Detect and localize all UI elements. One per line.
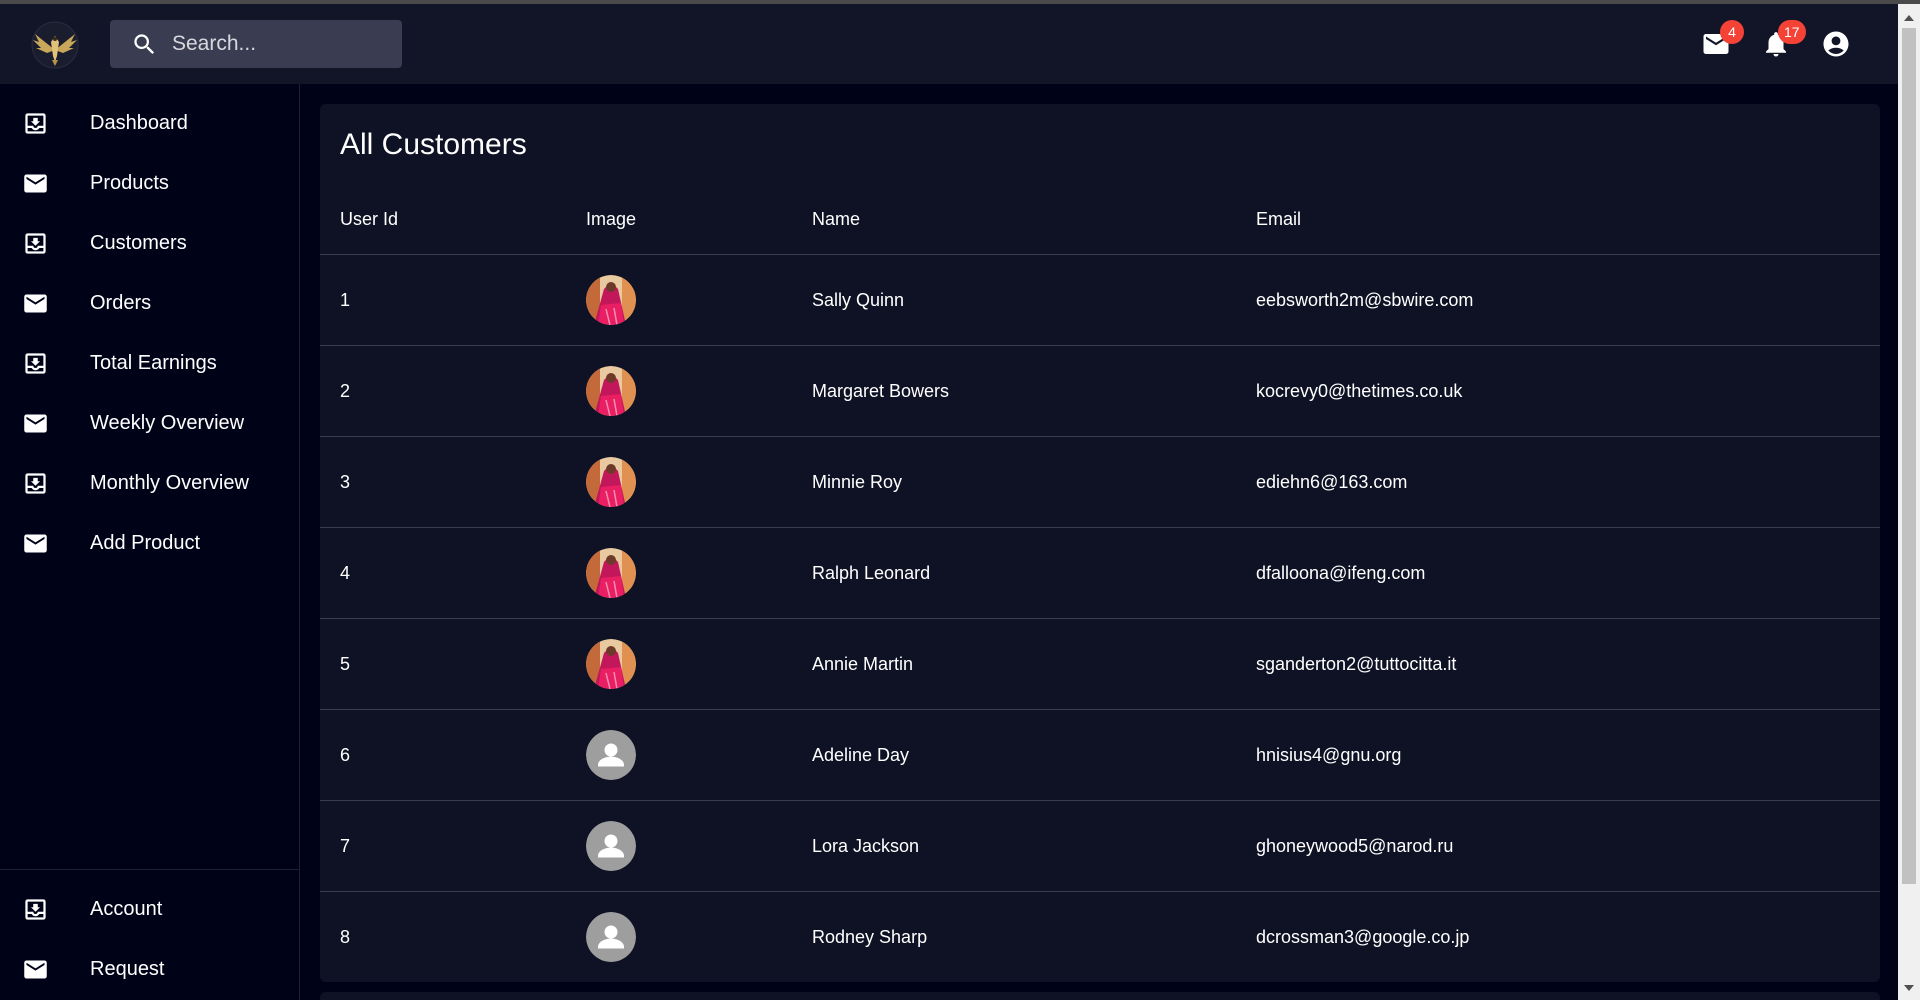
cell-email: ediehn6@163.com (1256, 471, 1408, 492)
cell-email: dcrossman3@google.co.jp (1256, 926, 1470, 947)
sidebar-item-orders[interactable]: Orders (0, 273, 299, 333)
cell-email: sganderton2@tuttocitta.it (1256, 653, 1457, 674)
app-bar: 4 17 (0, 4, 1898, 84)
customer-avatar (586, 346, 636, 436)
cell-name: Minnie Roy (812, 471, 903, 492)
sidebar-item-label: Account (90, 897, 163, 920)
mail-icon (22, 410, 49, 437)
sidebar-item-label: Monthly Overview (90, 471, 249, 494)
sidebar-divider (0, 869, 299, 870)
table-row[interactable]: 2 Margaret Bowers kocrevy0@thetimes.co.uk (320, 346, 1880, 437)
download-box-icon (22, 110, 49, 137)
sidebar-item-label: Orders (90, 291, 152, 314)
sidebar-item-request[interactable]: Request (0, 939, 299, 999)
table-row[interactable]: 3 Minnie Roy ediehn6@163.com (320, 437, 1880, 528)
sidebar-item-label: Products (90, 171, 169, 194)
customer-avatar (586, 255, 636, 345)
search-box[interactable] (110, 20, 402, 68)
sidebar-item-label: Request (90, 957, 165, 980)
column-header-email[interactable]: Email (1256, 209, 1301, 230)
download-box-icon (22, 350, 49, 377)
cell-user-id: 3 (340, 471, 351, 492)
mail-button[interactable]: 4 (1694, 20, 1744, 66)
sidebar-item-customers[interactable]: Customers (0, 213, 299, 273)
table-row[interactable]: 4 Ralph Leonard dfalloona@ifeng.com (320, 528, 1880, 619)
cell-email: kocrevy0@thetimes.co.uk (1256, 380, 1463, 401)
column-header-name[interactable]: Name (812, 209, 860, 230)
cell-name: Annie Martin (812, 653, 914, 674)
sidebar-item-label: Weekly Overview (90, 411, 245, 434)
cell-name: Ralph Leonard (812, 562, 931, 583)
notifications-button[interactable]: 17 (1754, 20, 1806, 66)
mail-icon (22, 290, 49, 317)
customer-avatar (586, 619, 636, 709)
download-box-icon (22, 470, 49, 497)
customer-avatar (586, 437, 636, 527)
sidebar: Dashboard Products Customers Orders Total Ea… (0, 84, 300, 1000)
table-row[interactable]: 5 Annie Martin sganderton2@tuttocitta.it (320, 619, 1880, 710)
cell-name: Margaret Bowers (812, 380, 950, 401)
account-button[interactable] (1814, 22, 1858, 66)
page-title: All Customers (340, 128, 527, 161)
sidebar-item-label: Add Product (90, 531, 201, 554)
eagle-logo-icon[interactable] (29, 20, 81, 70)
download-box-icon (22, 896, 49, 923)
sidebar-item-add-product[interactable]: Add Product (0, 513, 299, 573)
scroll-up-arrow-icon[interactable] (1898, 8, 1920, 28)
sidebar-item-label: Total Earnings (90, 351, 217, 374)
table-row[interactable]: 1 Sally Quinn eebsworth2m@sbwire.com (320, 255, 1880, 346)
mail-icon (22, 956, 49, 983)
sidebar-item-weekly-overview[interactable]: Weekly Overview (0, 393, 299, 453)
sidebar-item-dashboard[interactable]: Dashboard (0, 93, 299, 153)
column-header-user-id[interactable]: User Id (340, 209, 398, 230)
customers-card: All Customers User Id Image Name Email 1… (320, 104, 1880, 982)
cell-user-id: 8 (340, 926, 351, 947)
scroll-down-arrow-icon[interactable] (1898, 978, 1920, 998)
search-icon (134, 33, 155, 54)
download-box-icon (22, 230, 49, 257)
mail-icon (22, 170, 49, 197)
customer-avatar (586, 528, 636, 618)
table-row[interactable]: 7 Lora Jackson ghoneywood5@narod.ru (320, 801, 1880, 892)
search-input[interactable] (172, 32, 392, 56)
cell-email: eebsworth2m@sbwire.com (1256, 289, 1474, 310)
table-row[interactable]: 6 Adeline Day hnisius4@gnu.org (320, 710, 1880, 801)
cell-user-id: 2 (340, 380, 351, 401)
scrollbar-thumb[interactable] (1902, 28, 1916, 884)
cell-user-id: 1 (340, 289, 351, 310)
sidebar-item-monthly-overview[interactable]: Monthly Overview (0, 453, 299, 513)
account-circle-icon (1823, 31, 1849, 57)
cell-user-id: 6 (340, 744, 351, 765)
cell-name: Rodney Sharp (812, 926, 928, 947)
cell-email: ghoneywood5@narod.ru (1256, 835, 1454, 856)
mail-badge: 4 (1720, 20, 1744, 44)
cell-user-id: 5 (340, 653, 351, 674)
column-header-image[interactable]: Image (586, 209, 636, 230)
sidebar-item-account[interactable]: Account (0, 879, 299, 939)
cell-email: dfalloona@ifeng.com (1256, 562, 1426, 583)
cell-name: Sally Quinn (812, 289, 905, 310)
sidebar-item-products[interactable]: Products (0, 153, 299, 213)
sidebar-item-label: Customers (90, 231, 187, 254)
mail-icon (22, 530, 49, 557)
cell-name: Lora Jackson (812, 835, 920, 856)
sidebar-item-label: Dashboard (90, 111, 188, 134)
customer-avatar (586, 710, 636, 800)
customer-avatar (586, 892, 636, 982)
customer-avatar (586, 801, 636, 891)
next-card-edge (320, 992, 1880, 1000)
page-scrollbar[interactable] (1898, 4, 1920, 1000)
table-row[interactable]: 8 Rodney Sharp dcrossman3@google.co.jp (320, 892, 1880, 982)
cell-name: Adeline Day (812, 744, 910, 765)
cell-user-id: 4 (340, 562, 351, 583)
cell-email: hnisius4@gnu.org (1256, 744, 1402, 765)
sidebar-item-total-earnings[interactable]: Total Earnings (0, 333, 299, 393)
notifications-badge: 17 (1778, 20, 1806, 44)
cell-user-id: 7 (340, 835, 351, 856)
